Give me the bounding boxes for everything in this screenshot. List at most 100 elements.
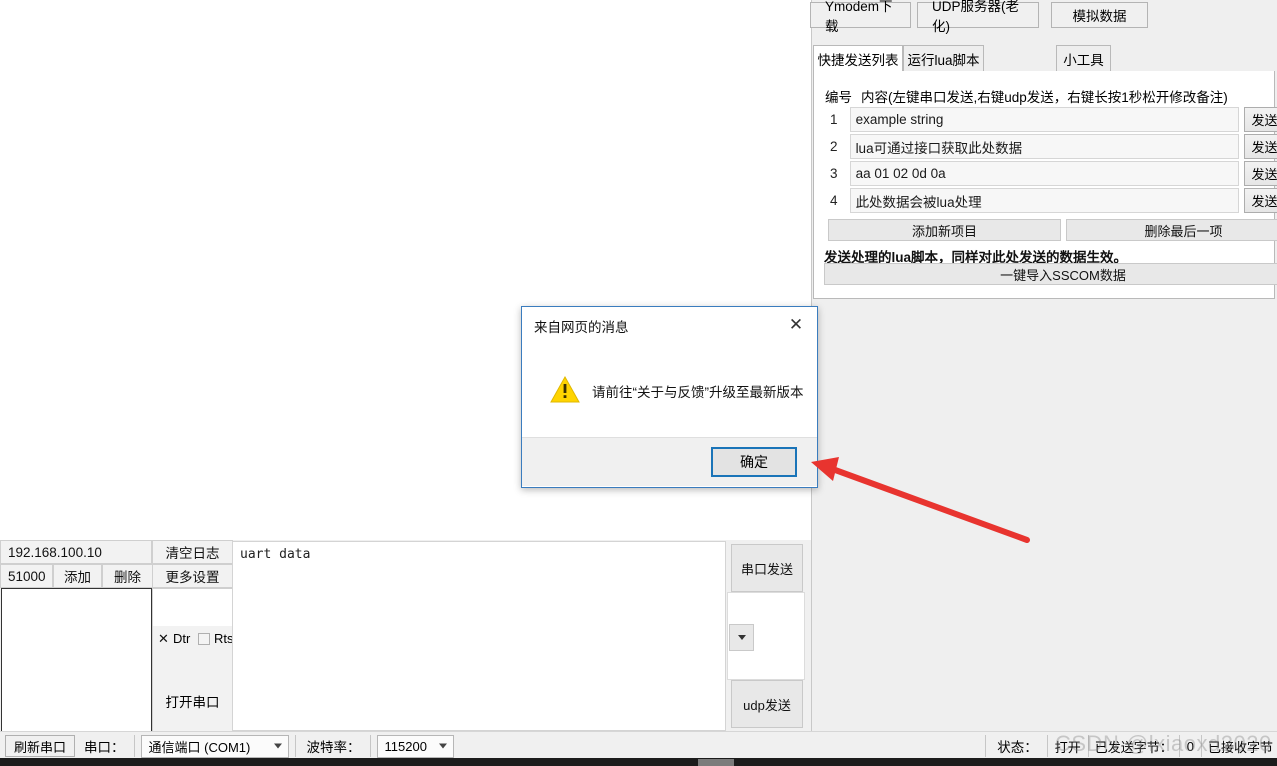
log-list[interactable] (1, 588, 152, 734)
udp-server-button[interactable]: UDP服务器(老化) (917, 0, 1039, 34)
divider (1087, 735, 1089, 757)
tab-strip: 快捷发送列表 运行lua脚本 小工具 (813, 45, 1275, 72)
row-send-button[interactable]: 发送 (1243, 107, 1277, 132)
table-row: 3 aa 01 02 0d 0a 发送 (825, 161, 1277, 186)
dtr-label: Dtr (173, 631, 191, 646)
bottom-scroll-thumb[interactable] (698, 759, 734, 766)
tab-tools-label: 小工具 (1063, 52, 1104, 68)
chevron-down-icon (273, 743, 282, 749)
table-row: 1 example string 发送 (825, 107, 1277, 132)
import-sscom-button[interactable]: 一键导入SSCOM数据 (824, 263, 1277, 285)
divider (1046, 735, 1048, 757)
table-row: 4 此处数据会被lua处理 发送 (825, 188, 1277, 213)
serial-send-button[interactable]: 串口发送 (731, 544, 803, 592)
warning-triangle-icon (550, 375, 580, 406)
row-send-button[interactable]: 发送 (1243, 161, 1277, 186)
baud-label: 波特率： (306, 740, 361, 755)
add-button[interactable]: 添加 (53, 564, 102, 588)
header-no: 编号 (825, 90, 852, 105)
serial-send-label: 串口发送 (740, 561, 793, 577)
more-settings-label: 更多设置 (165, 570, 220, 585)
chevron-down-icon (737, 635, 746, 640)
control-column-blank (153, 589, 232, 626)
clear-log-button[interactable]: 清空日志 (152, 540, 233, 564)
row-number: 1 (830, 112, 838, 127)
divider (294, 735, 296, 757)
tab-quick-send-list[interactable]: 快捷发送列表 (813, 45, 903, 72)
simulate-data-label: 模拟数据 (1072, 9, 1127, 24)
web-message-dialog: 来自网页的消息 ✕ 请前往“关于与反馈”升级至最新版本 确定 (521, 306, 818, 488)
row-content-input[interactable]: aa 01 02 0d 0a (849, 161, 1239, 186)
simulate-data-button[interactable]: 模拟数据 (1051, 2, 1148, 28)
row-content-input[interactable]: example string (849, 107, 1239, 132)
delete-last-label: 删除最后一项 (1144, 223, 1223, 239)
row-send-button[interactable]: 发送 (1243, 134, 1277, 159)
status-value: 打开 (1054, 739, 1081, 755)
row-number: 4 (830, 193, 838, 208)
refresh-port-button[interactable]: 刷新串口 (5, 735, 76, 757)
table-row: 2 lua可通过接口获取此处数据 发送 (825, 134, 1277, 159)
ok-button-label: 确定 (740, 454, 768, 470)
dialog-footer: 确定 (522, 437, 817, 486)
send-dropdown-button[interactable] (729, 624, 754, 651)
divider (133, 735, 135, 757)
port-select[interactable]: 通信端口 (COM1) (140, 734, 289, 758)
port-select-value: 通信端口 (COM1) (148, 739, 251, 755)
delete-label: 删除 (114, 570, 141, 585)
header-content: 内容(左键串口发送,右键udp发送，右键长按1秒松开修改备注) (861, 90, 1228, 105)
add-item-button[interactable]: 添加新项目 (828, 219, 1061, 241)
refresh-port-label: 刷新串口 (14, 739, 67, 755)
baud-select[interactable]: 115200 (376, 734, 454, 758)
row-number: 2 (830, 139, 838, 154)
dialog-title: 来自网页的消息 (522, 307, 817, 345)
close-icon[interactable]: ✕ (775, 307, 817, 343)
port-number-input[interactable]: 51000 (0, 564, 53, 588)
add-item-label: 添加新项目 (911, 223, 977, 239)
row-send-label: 发送 (1251, 194, 1277, 209)
row-send-label: 发送 (1251, 140, 1277, 155)
delete-last-button[interactable]: 删除最后一项 (1066, 219, 1277, 241)
ok-button[interactable]: 确定 (711, 447, 797, 477)
row-content-input[interactable]: 此处数据会被lua处理 (849, 188, 1239, 213)
ip-value: 192.168.100.10 (8, 544, 102, 560)
uart-data-textarea[interactable]: uart data (232, 541, 726, 731)
rts-label: Rts (214, 631, 234, 646)
port-label: 串口： (84, 740, 125, 755)
bottom-scroll-track[interactable] (0, 758, 1277, 766)
dialog-body: 请前往“关于与反馈”升级至最新版本 (522, 345, 817, 437)
row-content-text: example string (855, 112, 944, 127)
row-send-label: 发送 (1251, 113, 1277, 128)
row-content-input[interactable]: lua可通过接口获取此处数据 (849, 134, 1239, 159)
port-number-value: 51000 (8, 568, 46, 584)
dtr-checkbox[interactable]: ✕ Dtr (157, 631, 191, 647)
rts-checkbox[interactable]: Rts (198, 631, 234, 646)
top-toolbar: Ymodem下载 UDP服务器(老化) 模拟数据 (810, 0, 1148, 34)
divider (1200, 735, 1202, 757)
more-settings-button[interactable]: 更多设置 (152, 564, 233, 588)
ymodem-download-button[interactable]: Ymodem下载 (810, 0, 911, 34)
divider (985, 735, 987, 757)
chevron-down-icon (438, 743, 447, 749)
divider (369, 735, 371, 757)
udp-send-label: udp发送 (743, 697, 791, 713)
ymodem-download-label: Ymodem下载 (825, 0, 893, 34)
import-sscom-label: 一键导入SSCOM数据 (1000, 267, 1126, 283)
ip-input[interactable]: 192.168.100.10 (0, 540, 152, 564)
serial-control-column: ✕ Dtr Rts 打开串口 (152, 588, 234, 734)
status-label: 状态： (997, 740, 1038, 755)
sent-bytes-value: 0 (1186, 738, 1194, 754)
tab-run-lua-script-label: 运行lua脚本 (907, 52, 980, 68)
open-port-button[interactable]: 打开串口 (153, 671, 232, 731)
sent-bytes-label: 已发送字节： (1094, 739, 1173, 755)
udp-send-button[interactable]: udp发送 (731, 680, 803, 728)
delete-button[interactable]: 删除 (102, 564, 153, 588)
table-header: 编号 内容(左键串口发送,右键udp发送，右键长按1秒松开修改备注) (825, 86, 1265, 106)
udp-server-label: UDP服务器(老化) (932, 0, 1019, 34)
tab-run-lua-script[interactable]: 运行lua脚本 (903, 45, 984, 72)
recv-bytes-label: 已接收字节 (1207, 739, 1273, 755)
tab-tools[interactable]: 小工具 (1056, 45, 1111, 72)
row-send-button[interactable]: 发送 (1243, 188, 1277, 213)
status-bar: 刷新串口 串口： 通信端口 (COM1) 波特率： 115200 状态： 打开 … (0, 731, 1277, 760)
row-number: 3 (830, 166, 838, 181)
row-content-text: 此处数据会被lua处理 (855, 194, 982, 210)
